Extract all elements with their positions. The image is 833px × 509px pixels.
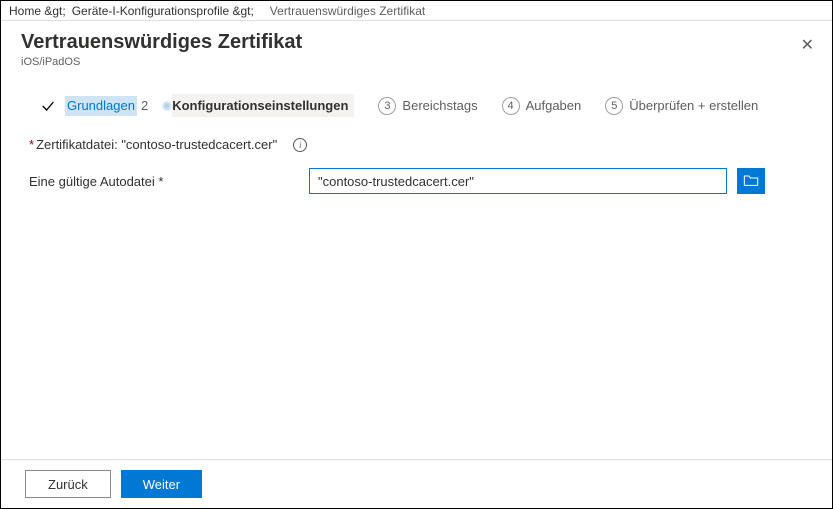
wizard-step-basics-label: Grundlagen	[65, 96, 137, 116]
breadcrumb-devices[interactable]: Geräte-I-Konfigurationsprofile &gt;	[72, 4, 254, 18]
required-asterisk: *	[29, 137, 34, 152]
wizard-step-assignments[interactable]: 4 Aufgaben	[502, 97, 582, 115]
step-number-4: 4	[502, 97, 520, 115]
valid-file-label: Eine gültige Autodatei *	[29, 174, 309, 189]
next-button[interactable]: Weiter	[121, 470, 202, 498]
wizard-steps: Grundlagen 2 Konfigurationseinstellungen…	[1, 72, 832, 131]
wizard-step-review[interactable]: 5 Überprüfen + erstellen	[605, 97, 758, 115]
page-subtitle: iOS/iPadOS	[21, 56, 812, 68]
step-number-3: 3	[378, 97, 396, 115]
browse-file-button[interactable]	[737, 168, 765, 194]
certificate-file-label: Zertifikatdatei: "contoso-trustedcacert.…	[36, 137, 277, 152]
wizard-footer: Zurück Weiter	[1, 459, 832, 508]
breadcrumb-current: Vertrauenswürdiges Zertifikat	[270, 4, 425, 18]
breadcrumb: Home &gt; Geräte-I-Konfigurationsprofile…	[1, 1, 832, 21]
certificate-file-input[interactable]	[309, 168, 727, 194]
back-button[interactable]: Zurück	[25, 470, 111, 498]
wizard-step-config-label: Konfigurationseinstellungen	[172, 98, 348, 113]
breadcrumb-home[interactable]: Home &gt;	[9, 4, 66, 18]
wizard-step-basics-extra: 2	[141, 98, 148, 113]
wizard-step-scopetags-label: Bereichstags	[402, 98, 477, 113]
close-icon: ✕	[801, 37, 814, 54]
folder-icon	[743, 173, 759, 190]
info-icon[interactable]: i	[293, 138, 307, 152]
wizard-step-config[interactable]: Konfigurationseinstellungen	[172, 94, 354, 117]
close-button[interactable]: ✕	[801, 35, 814, 55]
wizard-step-assignments-label: Aufgaben	[526, 98, 582, 113]
wizard-step-basics[interactable]: Grundlagen 2	[39, 96, 148, 116]
wizard-step-scopetags[interactable]: 3 Bereichstags	[378, 97, 477, 115]
wizard-step-review-label: Überprüfen + erstellen	[629, 98, 758, 113]
step-number-5: 5	[605, 97, 623, 115]
current-step-indicator-icon	[162, 101, 172, 111]
checkmark-icon	[39, 97, 57, 115]
page-title: Vertrauenswürdiges Zertifikat	[21, 31, 812, 54]
